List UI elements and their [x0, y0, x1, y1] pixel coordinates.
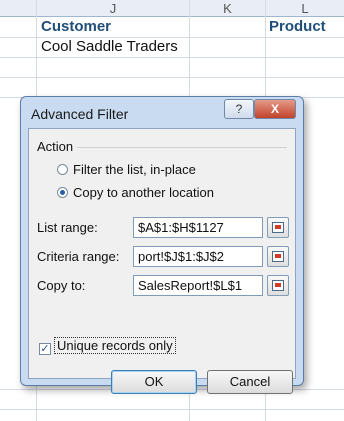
column-header-l[interactable]: L	[266, 0, 344, 17]
grid-line	[0, 57, 344, 58]
ok-button[interactable]: OK	[111, 370, 197, 394]
copy-to-ref-button[interactable]	[267, 275, 289, 296]
checkmark-icon[interactable]: ✓	[39, 343, 51, 355]
copy-to-input[interactable]: SalesReport!$L$1	[133, 275, 263, 296]
collapse-dialog-icon	[272, 251, 284, 262]
group-divider	[77, 147, 287, 148]
advanced-filter-dialog: Advanced Filter ? X Action Filter the li…	[20, 96, 304, 394]
action-group-label: Action	[37, 139, 74, 154]
unique-records-checkbox[interactable]: ✓ Unique records only	[39, 337, 176, 355]
cancel-button[interactable]: Cancel	[207, 370, 293, 394]
help-button[interactable]: ?	[224, 99, 254, 119]
radio-copy-label: Copy to another location	[73, 185, 214, 200]
corner-header[interactable]	[0, 0, 36, 17]
collapse-dialog-icon	[272, 280, 284, 291]
dialog-body: Action Filter the list, in-place Copy to…	[28, 128, 296, 394]
column-header-k[interactable]: K	[190, 0, 265, 17]
criteria-range-label: Criteria range:	[37, 249, 120, 264]
criteria-range-ref-button[interactable]	[267, 246, 289, 267]
close-icon: X	[270, 102, 279, 116]
list-range-input[interactable]: $A$1:$H$1127	[133, 217, 263, 238]
cell-product-header[interactable]: Product	[269, 17, 326, 37]
radio-selected-icon[interactable]	[57, 187, 68, 198]
list-range-label: List range:	[37, 220, 98, 235]
cell-customer-value[interactable]: Cool Saddle Traders	[41, 37, 178, 57]
grid-line	[0, 409, 344, 410]
criteria-range-input[interactable]: port!$J$1:$J$2	[133, 246, 263, 267]
radio-filter-in-place[interactable]: Filter the list, in-place	[57, 162, 196, 177]
cell-customer-header[interactable]: Customer	[41, 17, 111, 37]
dialog-title-bar[interactable]: Advanced Filter ? X	[21, 97, 303, 129]
copy-to-label: Copy to:	[37, 278, 86, 293]
grid-line	[0, 77, 344, 78]
close-button[interactable]: X	[254, 99, 296, 119]
column-header-j[interactable]: J	[37, 0, 189, 17]
list-range-ref-button[interactable]	[267, 217, 289, 238]
help-icon: ?	[235, 102, 243, 116]
radio-icon[interactable]	[57, 164, 68, 175]
radio-filter-label: Filter the list, in-place	[73, 162, 196, 177]
unique-records-label: Unique records only	[54, 337, 176, 354]
dialog-title: Advanced Filter	[31, 106, 129, 122]
radio-copy-to-location[interactable]: Copy to another location	[57, 185, 214, 200]
collapse-dialog-icon	[272, 222, 284, 233]
